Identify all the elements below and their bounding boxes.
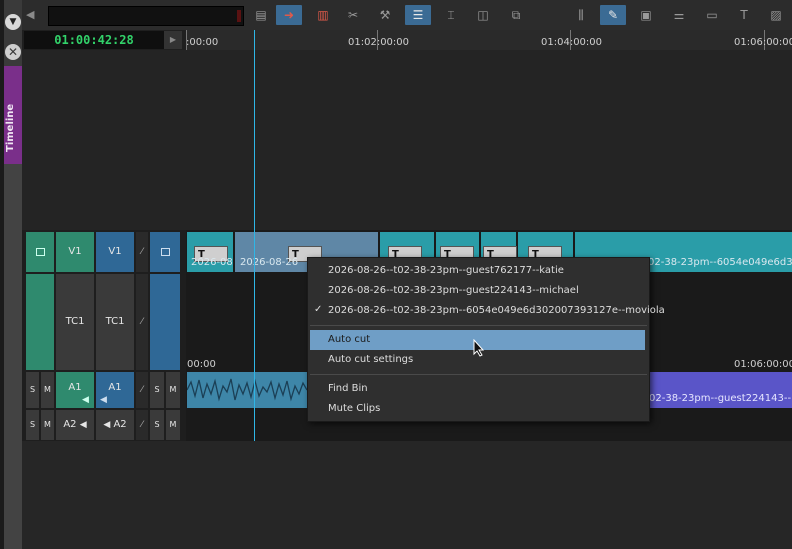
menu-item-katie[interactable]: 2026-08-26--t02-38-23pm--guest762177--ka… [328,261,564,281]
monitor-icon [161,248,170,256]
monitor-icon[interactable]: ▤ [248,5,274,25]
clip-name: 02-38-23pm--6054e049e6d3 [648,257,792,268]
tc1-record-spacer [26,274,54,370]
menu-separator [310,325,647,326]
ruler-label: 01:06:00:00 [734,37,792,48]
clip-name: 2026-08-26 [240,257,299,268]
timeline-tab[interactable]: Timeline [4,66,22,164]
a1-record-track[interactable]: A1 ◀ [96,372,134,408]
sliders-icon[interactable]: ⚌ [666,5,692,25]
v1-record-track[interactable]: V1 [96,232,134,272]
lift-icon[interactable]: ⚒ [372,5,398,25]
menu-separator [310,374,647,375]
ruler-label: :00:00 [186,37,219,48]
a2-rec-mute-button[interactable]: M [166,410,180,440]
play-arrow-icon[interactable]: ▶ [164,31,182,49]
tc1-source-track[interactable]: TC1 [56,274,94,370]
v1-source-track[interactable]: V1 [56,232,94,272]
a2-record-track[interactable]: ◀ A2 [96,410,134,440]
mouse-cursor-icon [473,339,485,357]
meter-peak-indicator [237,10,241,22]
menu-item-michael[interactable]: 2026-08-26--t02-38-23pm--guest224143--mi… [328,281,579,301]
clip-name: 2026-08 [191,257,233,268]
trim-left-icon[interactable]: ⌶ [438,5,464,25]
clip-name: 02-38-23pm--guest224143-- [649,393,792,404]
audio-clip-alt[interactable]: 02-38-23pm--guest224143-- [648,372,792,408]
playhead[interactable] [254,30,255,441]
speaker-icon: ◀ [79,420,87,430]
a2-record-label: A2 [113,419,127,430]
speaker-icon: ◀ [103,420,111,430]
lock-track-icon[interactable]: ⁄ [136,372,148,408]
close-panel-icon[interactable]: ✕ [5,44,21,60]
render-icon[interactable]: ▨ [763,5,789,25]
menu-item-mute-clips[interactable]: Mute Clips [328,399,380,419]
scissors-icon[interactable]: ✂ [340,5,366,25]
a1-rec-mute-button[interactable]: M [166,372,180,408]
a2-mute-button[interactable]: M [41,410,54,440]
v1-video-monitor[interactable] [150,232,180,272]
collapse-panel-icon[interactable]: ▼ [5,14,21,30]
v1-record-monitor[interactable] [26,232,54,272]
side-panel-lower [4,160,22,549]
a2-solo-button[interactable]: S [26,410,39,440]
lock-track-icon[interactable]: ⁄ [136,274,148,370]
add-title-icon[interactable]: T [731,5,757,25]
video-clip[interactable]: T 2026-08 [187,232,233,272]
a1-record-label: A1 [108,382,122,393]
tc-track-start: 00:00 [187,359,216,370]
menu-item-moviola[interactable]: 2026-08-26--t02-38-23pm--6054e049e6d3020… [328,301,665,321]
a1-source-track[interactable]: A1 ◀ [56,372,94,408]
clip-edit-icon[interactable]: ✎ [600,5,626,25]
timeline-tab-label: Timeline [5,103,16,152]
trim-both-icon[interactable]: ⧉ [503,5,529,25]
ruler-label: 01:04:00:00 [541,37,603,48]
a1-source-label: A1 [68,382,82,393]
a2-source-track[interactable]: A2 ◀ [56,410,94,440]
film-icon[interactable]: ▭ [699,5,725,25]
trim-center-icon[interactable]: ◫ [470,5,496,25]
audio-meter [48,6,244,26]
a2-rec-solo-button[interactable]: S [150,410,164,440]
a1-mute-button[interactable]: M [41,372,54,408]
timecode-display[interactable]: 01:00:42:28 [24,31,164,49]
a2-source-label: A2 [63,419,77,430]
menu-item-find-bin[interactable]: Find Bin [328,379,368,399]
ruler-label: 01:02:00:00 [348,37,410,48]
a1-rec-solo-button[interactable]: S [150,372,164,408]
lock-track-icon[interactable]: ⁄ [136,232,148,272]
tc1-spacer [150,274,180,370]
volume-icon[interactable]: ◀ [26,5,44,25]
audio-waveform [186,378,308,402]
lock-track-icon[interactable]: ⁄ [136,410,148,440]
segment-mode-icon[interactable]: ☰ [405,5,431,25]
align-icon[interactable]: ⫼ [568,5,594,25]
tc-track-end: 01:06:00:00 [734,359,792,370]
ruler-icon[interactable]: ▥ [310,5,336,25]
overwrite-arrow-icon[interactable]: ➜ [276,5,302,25]
tc1-record-track[interactable]: TC1 [96,274,134,370]
a1-solo-button[interactable]: S [26,372,39,408]
audio-clip[interactable] [186,372,308,408]
toolbar: ◀ ▤ ➜ ▥ ✂ ⚒ ☰ ⌶ ◫ ⧉ ⫼ ✎ ▣ ⚌ ▭ T ▨ [22,0,792,31]
check-icon: ✓ [314,304,323,315]
overlay-icon[interactable]: ▣ [633,5,659,25]
monitor-icon [36,248,45,256]
timeline-ruler[interactable]: :00:00 01:02:00:00 01:04:00:00 01:06:00:… [186,30,792,50]
empty-track-area [22,50,792,230]
menu-item-auto-cut-settings[interactable]: Auto cut settings [328,350,413,370]
